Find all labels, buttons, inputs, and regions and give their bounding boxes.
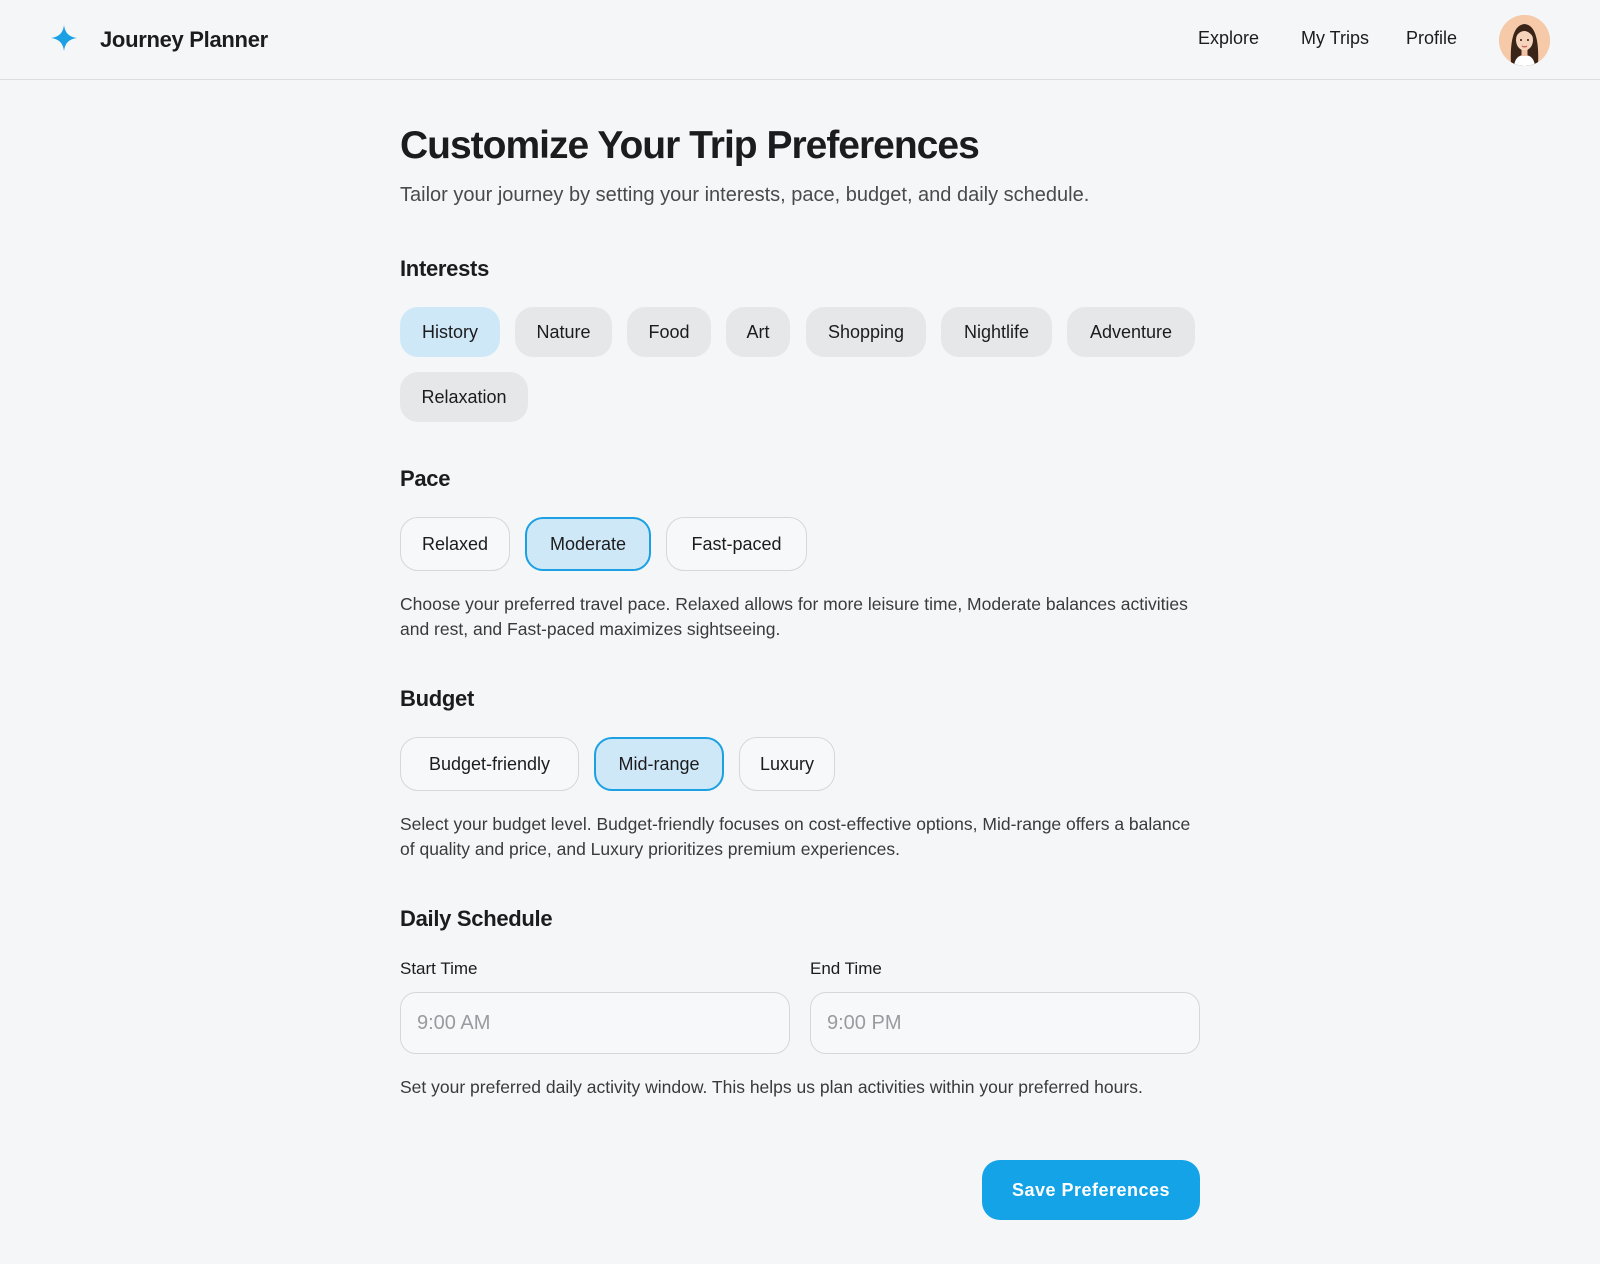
pace-option-relaxed[interactable]: Relaxed — [400, 517, 510, 571]
start-time-input[interactable] — [400, 992, 790, 1054]
section-title-budget: Budget — [400, 686, 474, 711]
budget-help-text: Select your budget level. Budget-friendl… — [400, 814, 1191, 859]
section-title-interests: Interests — [400, 256, 490, 281]
avatar[interactable] — [1499, 15, 1550, 66]
user-avatar-icon — [1499, 15, 1550, 66]
schedule-help-text: Set your preferred daily activity window… — [400, 1077, 1143, 1097]
pace-option-moderate[interactable]: Moderate — [525, 517, 651, 571]
interest-chip-relaxation[interactable]: Relaxation — [400, 372, 528, 422]
budget-option-mid-range[interactable]: Mid-range — [594, 737, 724, 791]
interest-chip-shopping[interactable]: Shopping — [806, 307, 926, 357]
page-subtitle: Tailor your journey by setting your inte… — [400, 184, 1090, 206]
nav-link-my-trips[interactable]: My Trips — [1301, 28, 1369, 54]
end-time-input[interactable] — [810, 992, 1200, 1054]
interest-chip-history[interactable]: History — [400, 307, 500, 357]
interest-chip-nightlife[interactable]: Nightlife — [941, 307, 1052, 357]
interest-chip-art[interactable]: Art — [726, 307, 790, 357]
interest-chip-food[interactable]: Food — [627, 307, 711, 357]
end-time-label: End Time — [810, 959, 882, 978]
section-title-pace: Pace — [400, 466, 451, 491]
brand[interactable]: Journey Planner — [50, 22, 268, 58]
sparkle-icon — [50, 24, 78, 57]
budget-option-budget-friendly[interactable]: Budget-friendly — [400, 737, 579, 791]
top-navigation-bar: Journey Planner Explore My Trips Profile — [0, 0, 1600, 80]
save-preferences-button[interactable]: Save Preferences — [982, 1160, 1200, 1220]
app-title: Journey Planner — [100, 27, 268, 52]
nav-link-explore[interactable]: Explore — [1198, 28, 1259, 54]
start-time-label: Start Time — [400, 959, 478, 978]
section-title-daily-schedule: Daily Schedule — [400, 906, 553, 931]
interest-chip-nature[interactable]: Nature — [515, 307, 612, 357]
pace-help-text: Choose your preferred travel pace. Relax… — [400, 594, 1188, 639]
pace-option-fast-paced[interactable]: Fast-paced — [666, 517, 807, 571]
budget-option-luxury[interactable]: Luxury — [739, 737, 835, 791]
page-title: Customize Your Trip Preferences — [400, 124, 980, 167]
interest-chip-adventure[interactable]: Adventure — [1067, 307, 1195, 357]
nav-link-profile[interactable]: Profile — [1406, 28, 1457, 54]
